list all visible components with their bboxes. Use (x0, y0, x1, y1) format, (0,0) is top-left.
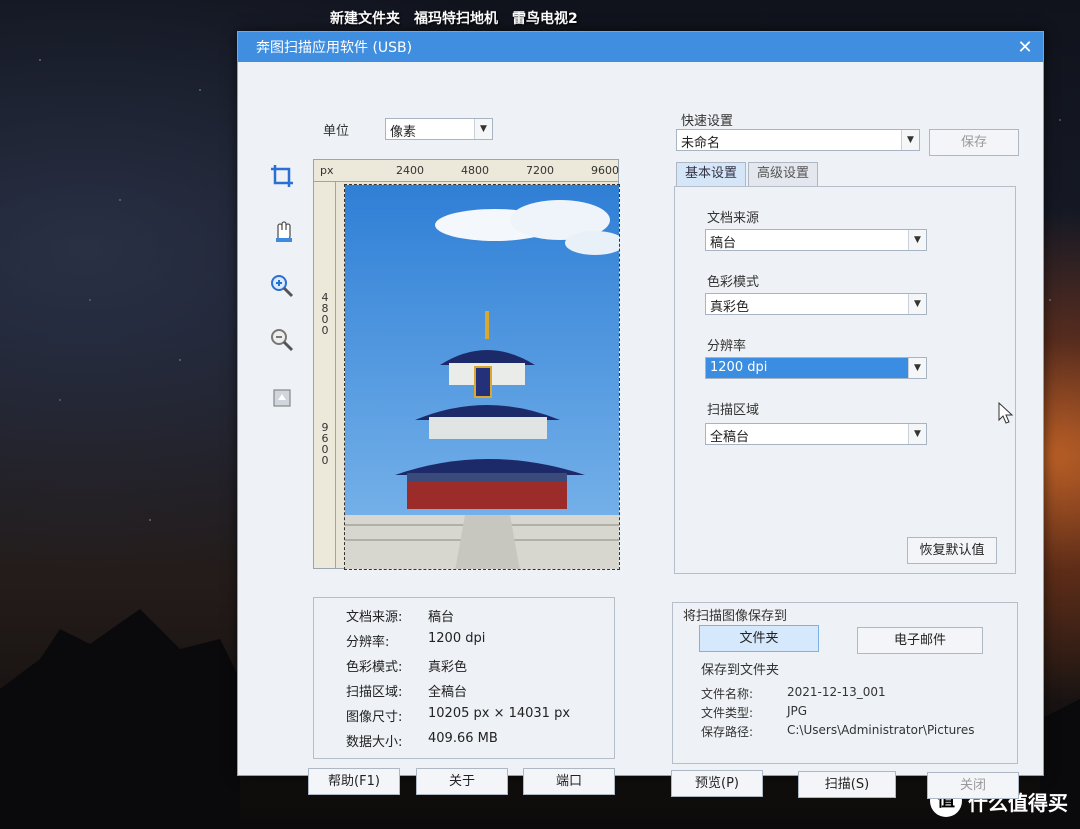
chevron-down-icon[interactable]: ▼ (474, 119, 492, 139)
file-name-label: 文件名称: (701, 687, 754, 701)
ruler-unit: px (320, 164, 334, 177)
fit-page-icon[interactable] (268, 384, 296, 412)
zoom-in-icon[interactable] (268, 272, 296, 300)
info-value: 真彩色 (428, 660, 468, 675)
restore-defaults-button[interactable]: 恢复默认值 (907, 537, 997, 564)
desktop-icon-label[interactable]: 福玛特扫地机 (414, 8, 498, 28)
dialog-body: 单位 像素 ▼ px 2400 4800 7200 9600 4800 9600… (238, 62, 1043, 799)
color-mode-label: 色彩模式 (707, 275, 760, 290)
scan-area-value: 全稿台 (710, 430, 750, 445)
color-mode-select[interactable]: 真彩色 ▼ (705, 293, 927, 315)
ruler-tick: 4800 (461, 164, 489, 177)
help-button[interactable]: 帮助(F1) (308, 768, 400, 795)
file-type-value: JPG (787, 704, 808, 718)
info-value: 稿台 (428, 610, 455, 625)
scan-area-select[interactable]: 全稿台 ▼ (705, 423, 927, 445)
info-value: 全稿台 (428, 685, 468, 700)
chevron-down-icon[interactable]: ▼ (901, 130, 919, 150)
chevron-down-icon[interactable]: ▼ (908, 230, 926, 250)
tab-advanced[interactable]: 高级设置 (748, 162, 819, 186)
chevron-down-icon[interactable]: ▼ (908, 294, 926, 314)
unit-value: 像素 (390, 125, 417, 140)
chevron-down-icon[interactable]: ▼ (908, 424, 926, 444)
zoom-out-icon[interactable] (268, 326, 296, 354)
quick-settings-value: 未命名 (681, 136, 721, 151)
source-select[interactable]: 稿台 ▼ (705, 229, 927, 251)
ruler-tick: 4800 (321, 291, 329, 337)
unit-select[interactable]: 像素 ▼ (385, 118, 493, 140)
crop-icon[interactable] (268, 162, 296, 190)
save-settings-button[interactable]: 保存 (929, 129, 1019, 156)
preview-area[interactable]: px 2400 4800 7200 9600 4800 9600 (313, 159, 620, 570)
resolution-select[interactable]: 1200 dpi ▼ (705, 357, 927, 379)
color-mode-value: 真彩色 (710, 300, 750, 315)
file-name-value: 2021-12-13_001 (787, 685, 886, 699)
info-key: 分辨率: (346, 635, 390, 650)
ruler-tick: 9600 (591, 164, 619, 177)
desktop-icon-label[interactable]: 新建文件夹 (330, 8, 400, 28)
source-label: 文档来源 (707, 211, 760, 226)
desktop-icons: 新建文件夹 福玛特扫地机 雷鸟电视2 (330, 8, 578, 28)
info-key: 色彩模式: (346, 660, 403, 675)
resolution-label: 分辨率 (707, 339, 747, 354)
info-key: 文档来源: (346, 610, 403, 625)
tab-basic[interactable]: 基本设置 (676, 162, 747, 186)
info-key: 图像尺寸: (346, 710, 403, 725)
scan-dialog: 奔图扫描应用软件 (USB) ✕ 单位 像素 ▼ px 2400 4800 72… (237, 31, 1044, 799)
scan-button[interactable]: 扫描(S) (798, 771, 896, 798)
info-value: 10205 px × 14031 px (428, 706, 571, 721)
settings-tabs: 基本设置 高级设置 (676, 162, 820, 186)
resolution-value: 1200 dpi (710, 360, 768, 375)
save-path-label: 保存路径: (701, 725, 754, 739)
port-button[interactable]: 端口 (523, 768, 615, 795)
mouse-cursor-icon (998, 402, 1014, 424)
info-value: 1200 dpi (428, 631, 486, 646)
close-button[interactable]: 关闭 (927, 772, 1019, 799)
quick-settings-label: 快速设置 (681, 114, 734, 129)
chevron-down-icon[interactable]: ▼ (908, 358, 926, 378)
quick-settings-select[interactable]: 未命名 ▼ (676, 129, 920, 151)
scan-preview-image[interactable] (344, 184, 620, 570)
about-button[interactable]: 关于 (416, 768, 508, 795)
dialog-titlebar[interactable]: 奔图扫描应用软件 (USB) ✕ (238, 32, 1043, 62)
info-value: 409.66 MB (428, 731, 498, 746)
unit-label: 单位 (323, 124, 350, 139)
folder-button[interactable]: 文件夹 (699, 625, 819, 652)
hand-pan-icon[interactable] (268, 216, 296, 244)
preview-button[interactable]: 预览(P) (671, 770, 763, 797)
file-type-label: 文件类型: (701, 706, 754, 720)
save-to-subtitle: 保存到文件夹 (701, 663, 780, 678)
temple-photo (345, 185, 619, 569)
save-path-value: C:\Users\Administrator\Pictures (787, 723, 975, 737)
ruler-top: px 2400 4800 7200 9600 (314, 160, 619, 182)
info-key: 数据大小: (346, 735, 403, 750)
save-to-title: 将扫描图像保存到 (683, 609, 788, 624)
save-to-box: 将扫描图像保存到 文件夹 电子邮件 保存到文件夹 文件名称: 2021-12-1… (672, 602, 1018, 764)
basic-settings-panel: 文档来源 稿台 ▼ 色彩模式 真彩色 ▼ 分辨率 1200 dpi ▼ 扫描区域… (674, 186, 1016, 574)
email-button[interactable]: 电子邮件 (857, 627, 983, 654)
close-icon[interactable]: ✕ (1017, 39, 1033, 57)
desktop-icon-label[interactable]: 雷鸟电视2 (512, 8, 578, 28)
ruler-tick: 2400 (396, 164, 424, 177)
dialog-title: 奔图扫描应用软件 (USB) (256, 40, 413, 56)
source-value: 稿台 (710, 236, 737, 251)
ruler-left: 4800 9600 (314, 182, 336, 568)
ruler-tick: 7200 (526, 164, 554, 177)
scan-area-label: 扫描区域 (707, 403, 760, 418)
ruler-tick: 9600 (321, 421, 329, 467)
scan-info-box: 文档来源: 稿台 分辨率: 1200 dpi 色彩模式: 真彩色 扫描区域: 全… (313, 597, 615, 759)
info-key: 扫描区域: (346, 685, 403, 700)
